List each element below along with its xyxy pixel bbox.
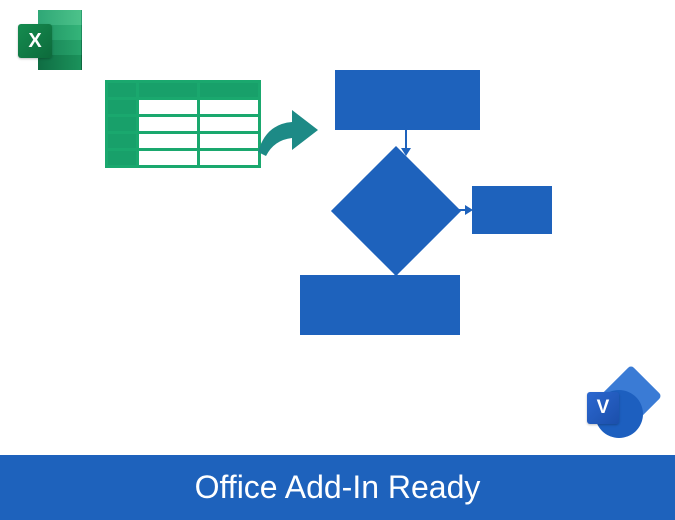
visio-icon: V xyxy=(587,374,655,440)
banner-label: Office Add-In Ready xyxy=(195,469,481,506)
arrowhead-right-icon xyxy=(465,205,473,215)
excel-tile-letter: X xyxy=(18,24,52,58)
excel-icon: X xyxy=(18,10,82,70)
flowchart-process-bottom xyxy=(300,275,460,335)
spreadsheet-table-icon xyxy=(105,80,261,168)
arrowhead-down-icon xyxy=(401,148,411,156)
banner: Office Add-In Ready xyxy=(0,455,675,520)
flowchart-edge xyxy=(405,130,407,150)
flowchart-decision xyxy=(331,146,461,276)
flowchart-process-right xyxy=(472,186,552,234)
diagram-canvas: X V Office Add-In Ready xyxy=(0,0,675,520)
visio-tile-letter: V xyxy=(587,392,619,424)
flowchart-process-top xyxy=(335,70,480,130)
arrowhead-down-icon xyxy=(391,269,401,277)
transform-arrow-icon xyxy=(252,100,322,170)
